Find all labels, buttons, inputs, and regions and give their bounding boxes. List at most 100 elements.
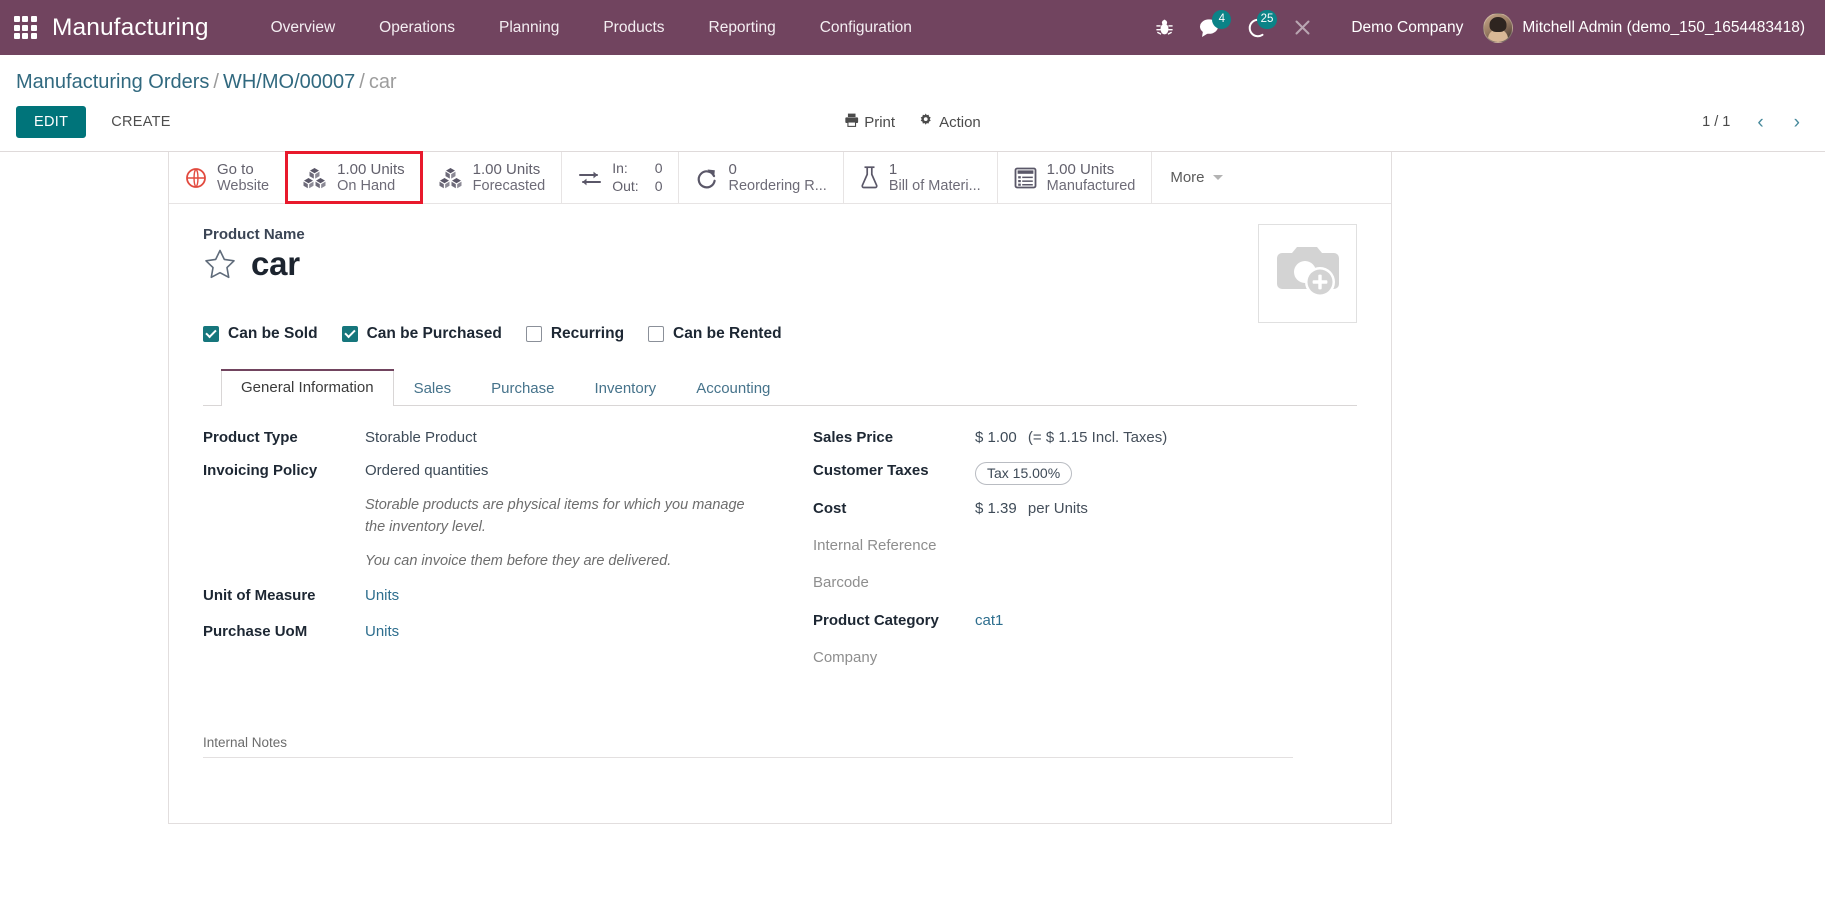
field-value: $ 1.00 (= $ 1.15 Incl. Taxes) [975,428,1167,446]
stat-text-go-to-website: Go to Website [217,161,269,195]
checkbox-can-be-rented[interactable]: Can be Rented [648,325,782,343]
tax-badge[interactable]: Tax 15.00% [975,462,1073,485]
field-value[interactable]: Units [365,622,399,640]
tab-purchase[interactable]: Purchase [471,369,574,406]
checkbox-label: Can be Purchased [366,325,502,342]
action-label: Action [939,113,981,131]
bug-icon[interactable] [1143,0,1186,55]
scissors-icon[interactable] [1280,0,1325,55]
pager-next-button[interactable]: › [1785,111,1809,134]
more-label: More [1170,169,1205,186]
stat-button-bill-of-materials[interactable]: 1 Bill of Materi... [844,152,998,203]
control-panel-buttons: EDIT CREATE Print Action 1 / 1 ‹ › [16,98,1809,151]
out-value: 0 [654,177,663,194]
field-label: Purchase UoM [203,623,308,641]
company-switcher[interactable]: Demo Company [1325,19,1483,37]
helper-text-1: Storable products are physical items for… [365,497,745,536]
menu-item-planning[interactable]: Planning [477,2,581,54]
stat-label: On Hand [337,177,396,194]
internal-notes-label[interactable]: Internal Notes [203,735,1293,758]
field-label: Customer Taxes [813,462,929,479]
star-outline-icon[interactable] [203,248,237,280]
stat-button-go-to-website[interactable]: Go to Website [169,152,287,203]
checkbox-box[interactable] [525,326,542,342]
stat-value: Go to [217,160,254,178]
field-purchase-uom: Purchase UoM Units [203,622,747,643]
stat-button-reordering-rules[interactable]: 0 Reordering R... [679,152,844,203]
field-value: Ordered quantities [365,462,489,479]
field-value: Tax 15.00% [975,461,1073,485]
edit-button[interactable]: EDIT [16,106,87,138]
product-flags: Can be Sold Can be Purchased Recurring C… [203,325,1357,343]
field-label: Barcode [813,574,869,591]
menu-item-configuration[interactable]: Configuration [798,2,934,54]
list-icon [1014,167,1037,189]
apps-grid-icon[interactable] [10,13,40,43]
field-customer-taxes: Customer Taxes Tax 15.00% [813,461,1357,485]
product-image-upload[interactable] [1258,224,1357,323]
field-label: Unit of Measure [203,587,316,605]
tab-accounting[interactable]: Accounting [676,369,790,406]
print-button[interactable]: Print [844,113,895,131]
app-title: Manufacturing [52,13,209,41]
field-value: Storable Product [365,429,477,446]
camera-add-icon [1275,241,1341,306]
breadcrumb-current: car [368,71,397,93]
stat-value: 1 [888,160,898,178]
clock-moon-icon[interactable]: 25 [1234,0,1280,55]
field-value[interactable]: cat1 [975,611,1003,629]
helper-text-2: You can invoice them before they are del… [365,552,672,569]
field-value: $ 1.39 per Units [975,499,1088,517]
checkbox-recurring[interactable]: Recurring [525,325,625,343]
stat-text-on-hand: 1.00 Units On Hand [337,161,405,195]
checkbox-box[interactable] [203,326,219,342]
stat-label: Forecasted [472,177,546,194]
tab-general-information[interactable]: General Information [221,369,394,406]
breadcrumb-sep-1: / [213,71,219,93]
stat-button-box: Go to Website 1.00 Units On Hand 1.00 Un… [169,151,1391,204]
stat-button-forecasted[interactable]: 1.00 Units Forecasted [422,152,563,203]
field-label: Sales Price [813,429,894,446]
activities-badge: 25 [1256,10,1278,29]
action-button[interactable]: Action [919,113,981,131]
tab-sales[interactable]: Sales [394,369,472,406]
stat-text-reordering-rules: 0 Reordering R... [728,161,826,195]
breadcrumb-order[interactable]: WH/MO/00007 [223,71,355,93]
checkbox-box[interactable] [341,326,358,342]
menu-item-overview[interactable]: Overview [249,2,358,54]
stat-value: 1.00 Units [472,160,541,178]
field-label: Invoicing Policy [203,462,318,479]
field-product-type: Product Type Storable Product [203,428,747,449]
product-title-row: car [203,245,1357,283]
sales-price-incl-taxes: (= $ 1.15 Incl. Taxes) [1027,429,1168,446]
field-value[interactable]: Units [365,586,399,604]
checkbox-label: Recurring [550,325,625,342]
create-button[interactable]: CREATE [96,106,186,138]
stat-label: Bill of Materi... [888,177,981,194]
stat-label: Website [217,177,270,194]
user-menu[interactable]: Mitchell Admin (demo_150_1654483418) [1483,12,1811,43]
checkbox-can-be-sold[interactable]: Can be Sold [203,325,318,343]
checkbox-box[interactable] [648,326,665,342]
pager-previous-button[interactable]: ‹ [1748,111,1772,134]
cubes-icon [438,167,463,189]
stat-button-in-out[interactable]: In: 0 Out: 0 [562,152,680,203]
field-product-category: Product Category cat1 [813,611,1357,632]
stat-button-on-hand[interactable]: 1.00 Units On Hand [285,151,423,204]
chat-bubble-icon[interactable]: 4 [1186,0,1234,55]
cost-uom: per Units [1027,500,1088,517]
menu-item-products[interactable]: Products [581,2,686,54]
checkbox-can-be-purchased[interactable]: Can be Purchased [341,325,502,343]
tab-inventory[interactable]: Inventory [574,369,676,406]
product-name-label: Product Name [203,226,305,243]
menu-item-reporting[interactable]: Reporting [687,2,798,54]
sheet-body: Product Name car Can be Sold Can be Purc… [169,204,1391,778]
menu-item-operations[interactable]: Operations [357,2,477,54]
breadcrumb-root[interactable]: Manufacturing Orders [16,71,209,93]
stat-button-more[interactable]: More [1152,152,1240,203]
stat-text-forecasted: 1.00 Units Forecasted [473,161,546,195]
stat-button-manufactured[interactable]: 1.00 Units Manufactured [998,152,1153,203]
field-label: Product Category [813,612,939,629]
field-label: Company [813,649,878,666]
in-label: In: [612,160,628,176]
